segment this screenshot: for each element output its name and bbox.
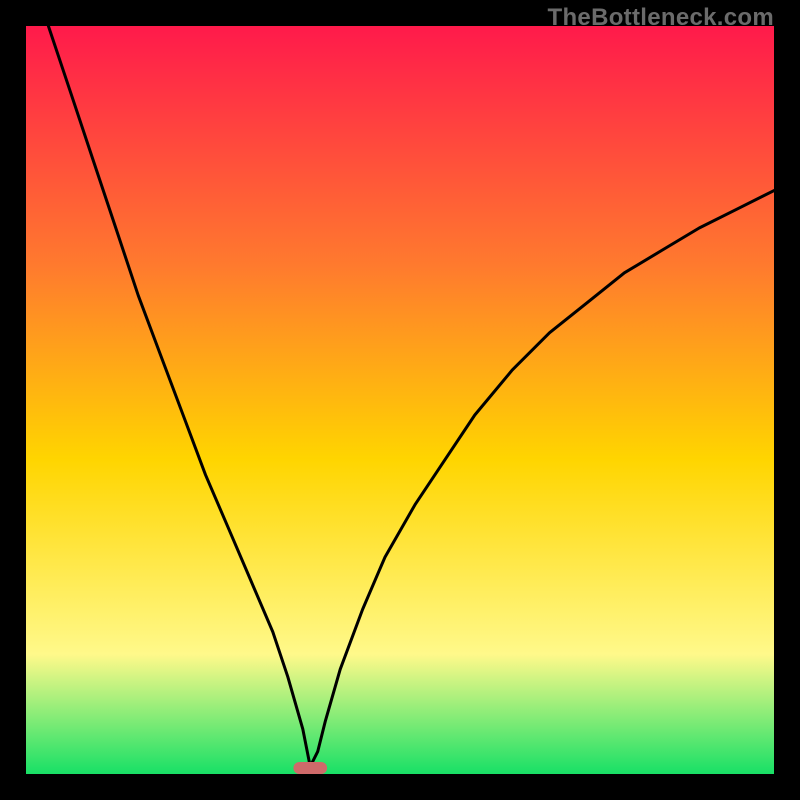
plot-area [26,26,774,774]
optimal-marker [293,762,327,774]
bottleneck-chart [26,26,774,774]
gradient-background [26,26,774,774]
chart-frame: TheBottleneck.com [0,0,800,800]
